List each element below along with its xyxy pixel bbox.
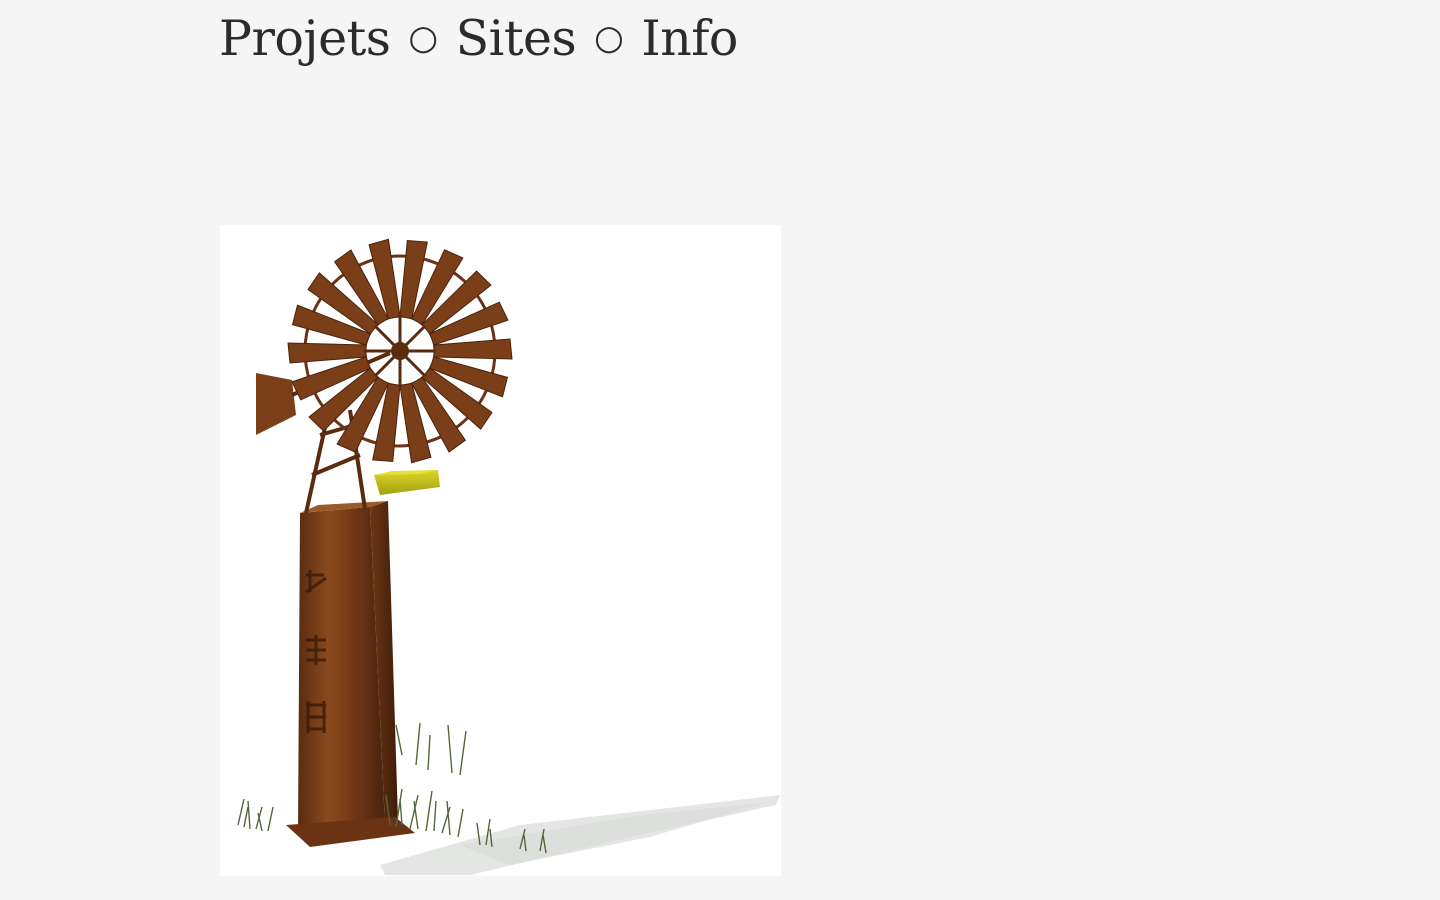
- nav-link-sites[interactable]: Sites: [456, 10, 577, 67]
- page: Projets ○ Sites ○ Info: [0, 0, 1440, 900]
- nav-separator: ○: [594, 18, 624, 58]
- tower-front: [298, 507, 385, 833]
- windmill-wheel: [287, 238, 513, 464]
- nav-link-projets[interactable]: Projets: [219, 10, 391, 67]
- project-image[interactable]: [220, 225, 781, 876]
- tail-vane: [256, 373, 296, 435]
- main-nav: Projets ○ Sites ○ Info: [219, 8, 738, 69]
- nav-separator: ○: [408, 18, 438, 58]
- nav-link-info[interactable]: Info: [641, 10, 738, 67]
- windmill-illustration: [237, 238, 780, 875]
